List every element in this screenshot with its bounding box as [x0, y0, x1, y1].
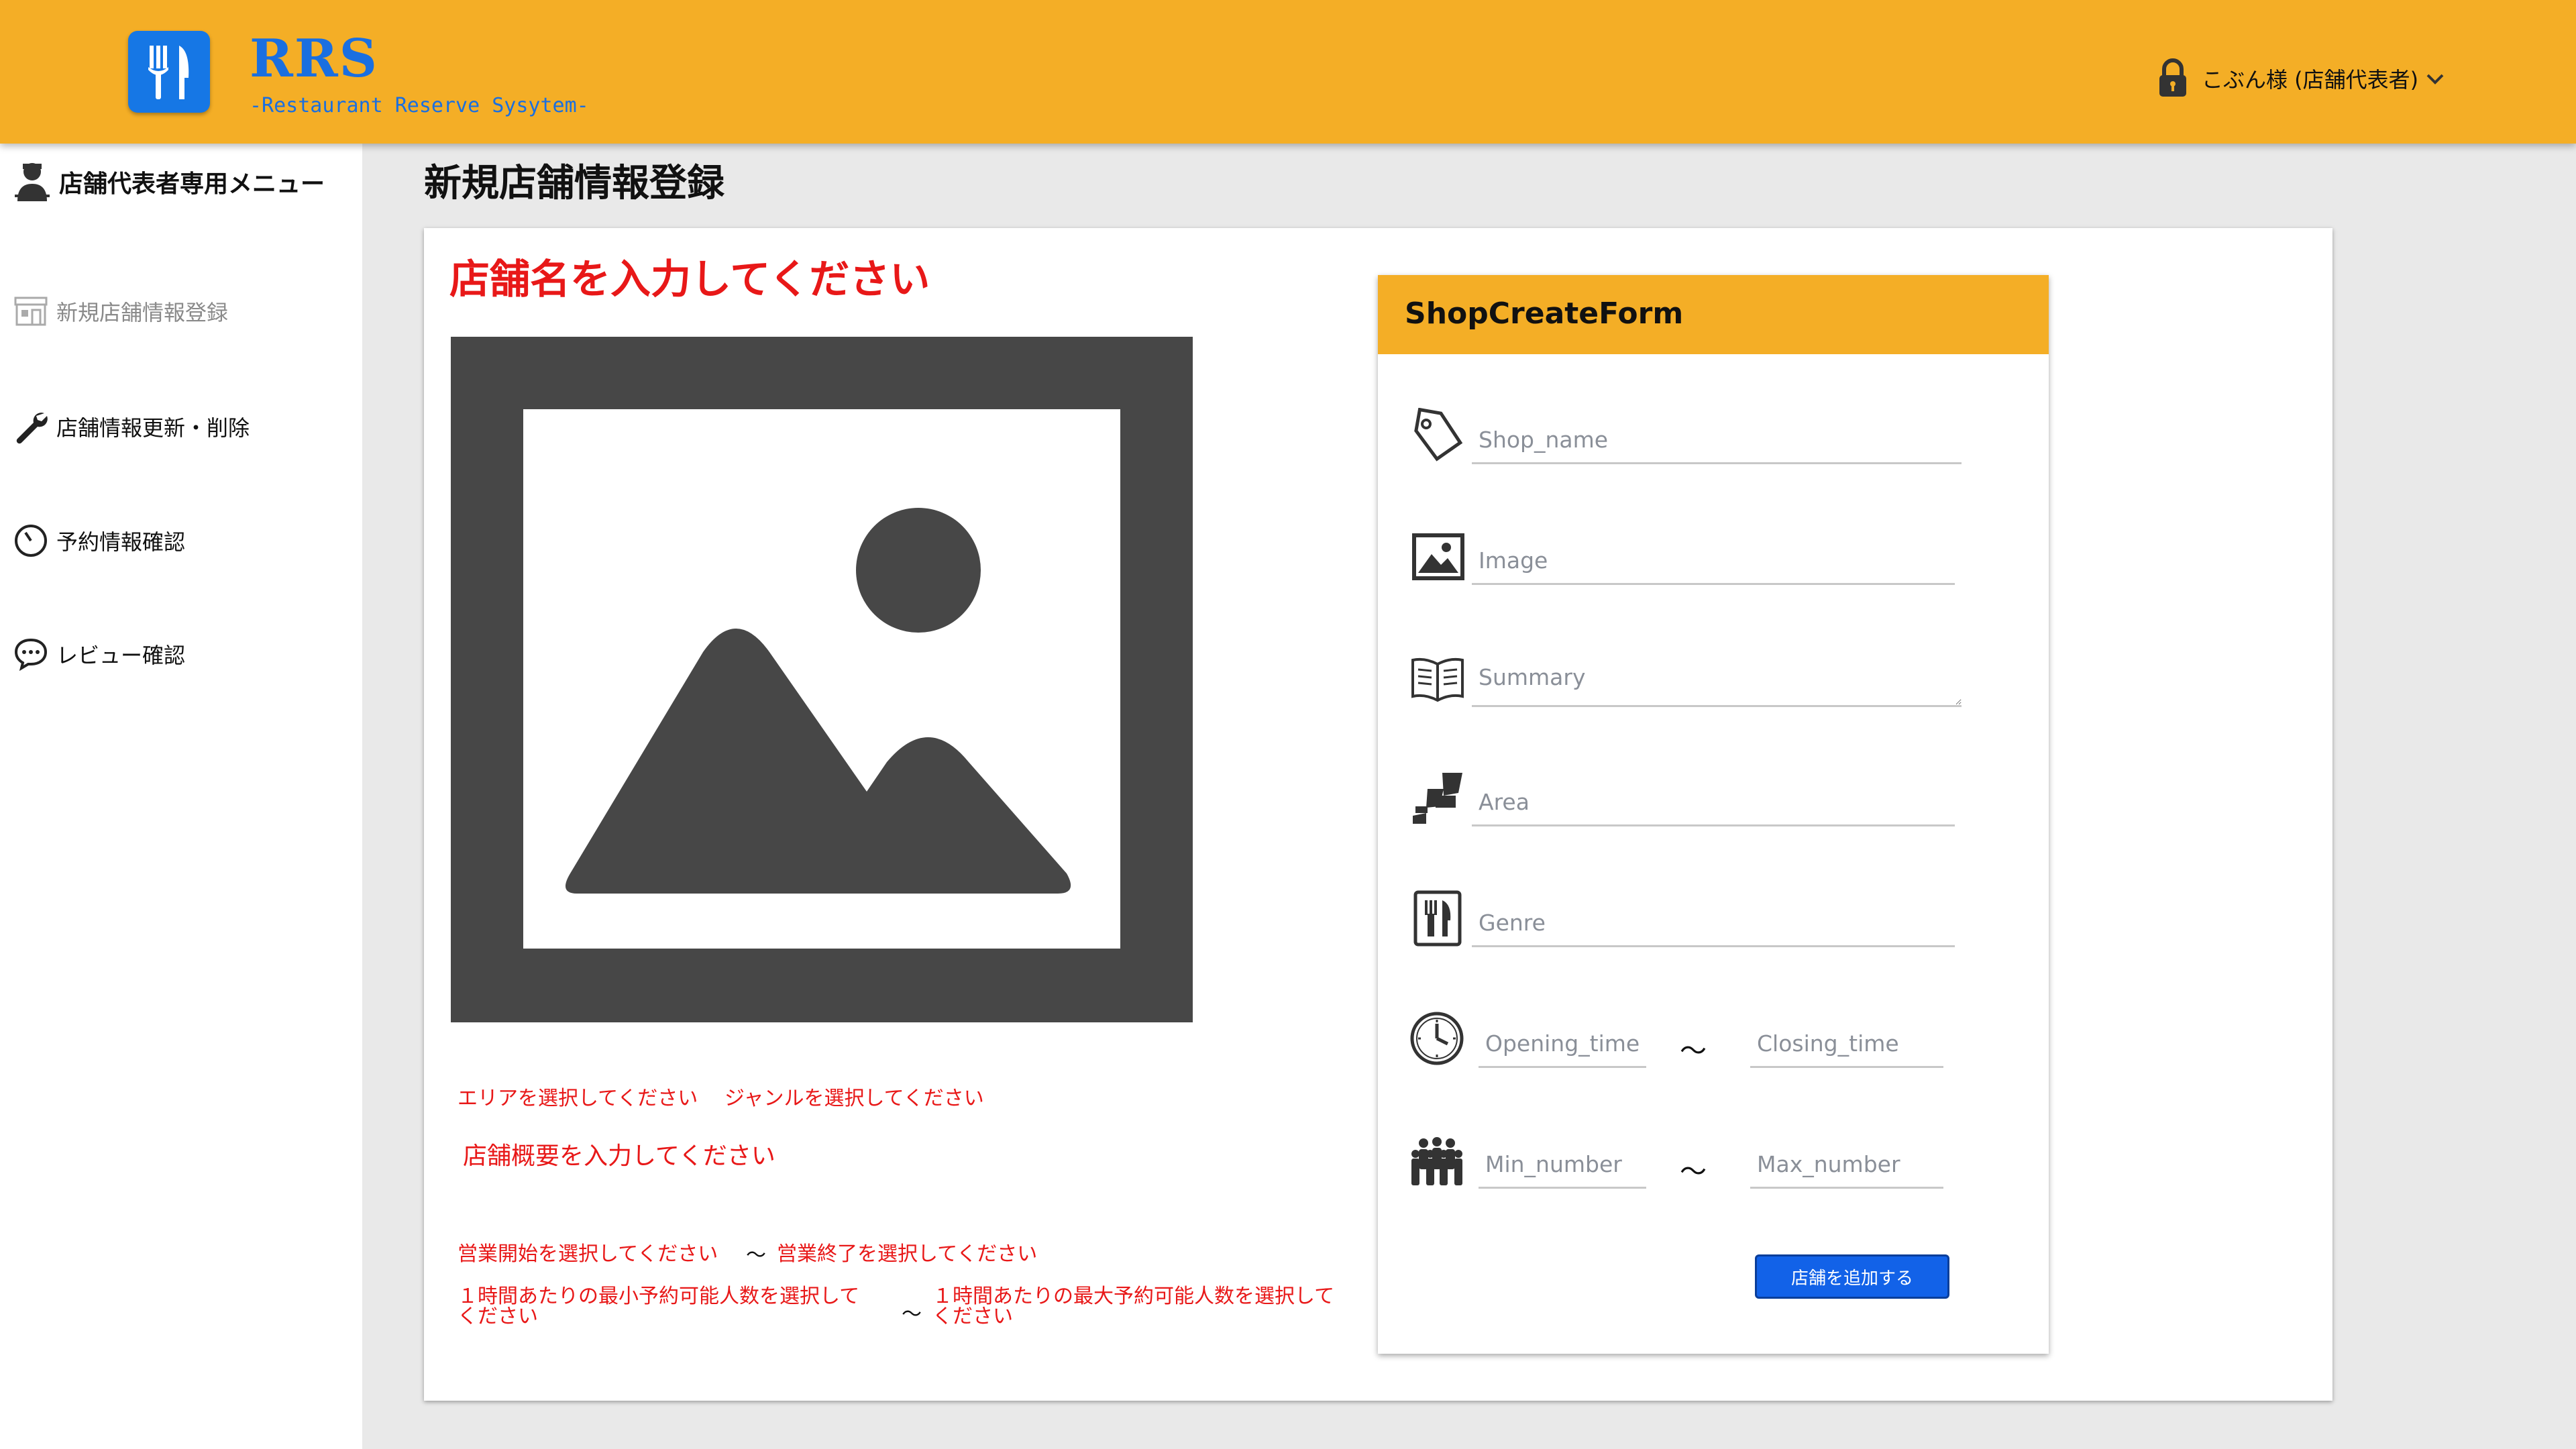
fork-knife-icon — [148, 46, 189, 99]
shop-name-field[interactable] — [1472, 423, 1962, 464]
picture-icon — [523, 409, 1120, 949]
min-number-field[interactable] — [1479, 1147, 1646, 1189]
number-tilde: 〜 — [902, 1303, 922, 1326]
sidebar-item-reviews[interactable]: レビュー確認 — [13, 637, 185, 671]
logo[interactable] — [128, 31, 210, 113]
shop-name-preview: 店舗名を入力してください — [449, 256, 930, 303]
time-range-tilde: 〜 — [1680, 1036, 1707, 1067]
shop-create-form: ShopCreateForm Shop_name Image Summary A… — [1378, 275, 2049, 1354]
fork-knife-icon — [1413, 890, 1462, 947]
number-range-tilde: 〜 — [1680, 1157, 1707, 1187]
shop-icon — [14, 297, 48, 326]
sidebar: 店舗代表者専用メニュー 新規店舗情報登録 店舗情報更新・削除 予約情報確認 レビ… — [0, 144, 362, 1449]
brand-subtitle: -Restaurant Reserve Sysytem- — [250, 94, 589, 117]
chevron-down-icon — [2426, 74, 2444, 85]
form-title: ShopCreateForm — [1405, 297, 1684, 331]
image-placeholder — [451, 337, 1193, 1022]
area-preview: エリアを選択してください — [458, 1087, 698, 1110]
closing-preview: 営業終了を選択してください — [777, 1242, 1038, 1266]
sidebar-heading: 店舗代表者専用メニュー — [13, 161, 325, 203]
page-title: 新規店舗情報登録 — [424, 162, 724, 205]
image-icon — [1412, 533, 1464, 580]
tag-icon — [1414, 408, 1463, 462]
sidebar-item-label: 新規店舗情報登録 — [56, 300, 229, 325]
user-name: こぶん様 (店舗代表者) — [2202, 67, 2419, 93]
sidebar-item-new-shop[interactable]: 新規店舗情報登録 — [13, 295, 228, 327]
max-number-preview: １時間あたりの最大予約可能人数を選択して ください — [932, 1287, 1334, 1327]
clock-icon — [15, 525, 47, 557]
map-pins-icon — [1413, 773, 1462, 824]
brand-title: RRS — [250, 28, 378, 89]
time-tilde: 〜 — [746, 1244, 766, 1267]
chat-bubble-icon — [14, 638, 48, 671]
min-number-preview: １時間あたりの最小予約可能人数を選択して ください — [458, 1287, 859, 1327]
max-number-preview-line: １時間あたりの最大予約可能人数を選択して — [932, 1285, 1335, 1308]
genre-field[interactable] — [1472, 906, 1955, 947]
min-number-preview-line: ください — [458, 1305, 538, 1328]
closing-time-field[interactable] — [1750, 1026, 1943, 1068]
summary-field[interactable] — [1472, 664, 1962, 707]
form-header: ShopCreateForm — [1378, 275, 2049, 354]
people-group-icon — [1411, 1137, 1462, 1185]
wrench-icon — [16, 413, 48, 444]
user-menu[interactable]: こぶん様 (店舗代表者) — [2156, 48, 2445, 109]
opening-time-field[interactable] — [1479, 1026, 1646, 1068]
sidebar-item-reservations[interactable]: 予約情報確認 — [13, 523, 185, 558]
max-number-field[interactable] — [1750, 1147, 1943, 1189]
sidebar-heading-label: 店舗代表者専用メニュー — [59, 170, 325, 198]
min-number-preview-line: １時間あたりの最小予約可能人数を選択して — [458, 1285, 860, 1308]
lock-icon — [2159, 58, 2186, 97]
add-shop-button[interactable]: 店舗を追加する — [1755, 1254, 1949, 1299]
book-icon — [1411, 657, 1464, 702]
area-field[interactable] — [1472, 785, 1955, 826]
genre-preview: ジャンルを選択してください — [724, 1087, 984, 1110]
max-number-preview-line: ください — [932, 1305, 1013, 1328]
sidebar-item-label: レビュー確認 — [56, 643, 186, 668]
opening-preview: 営業開始を選択してください — [458, 1242, 718, 1266]
clock-icon — [1410, 1012, 1464, 1065]
image-field[interactable] — [1472, 543, 1955, 585]
sidebar-item-label: 店舗情報更新・削除 — [56, 415, 250, 441]
summary-preview: 店舗概要を入力してください — [463, 1142, 775, 1170]
sidebar-item-update-shop[interactable]: 店舗情報更新・削除 — [13, 409, 250, 444]
person-icon — [15, 163, 50, 201]
top-header: RRS -Restaurant Reserve Sysytem- こぶん様 (店… — [0, 0, 2576, 144]
sidebar-item-label: 予約情報確認 — [56, 529, 186, 555]
